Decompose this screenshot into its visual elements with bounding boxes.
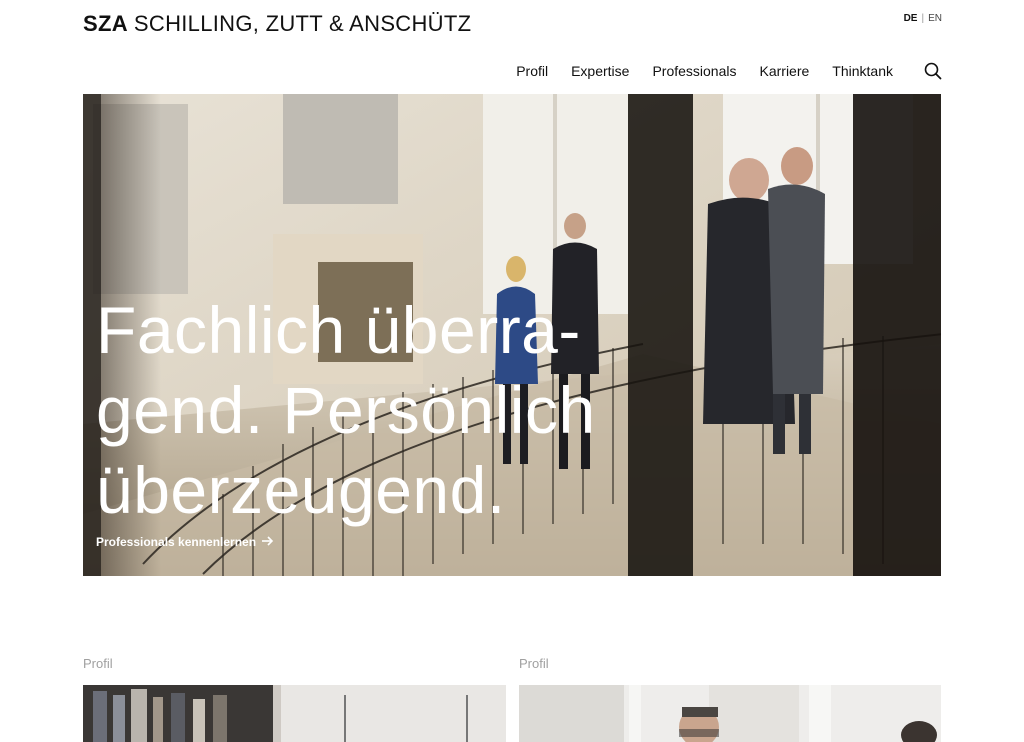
lang-de[interactable]: DE — [904, 13, 918, 24]
cta-label: Professionals kennenlernen — [96, 535, 257, 549]
hero-banner: Fachlich überra- gend. Persönlich überze… — [83, 94, 941, 576]
search-icon[interactable] — [924, 62, 942, 80]
nav-item-expertise[interactable]: Expertise — [571, 63, 629, 79]
nav-item-profil[interactable]: Profil — [516, 63, 548, 79]
logo-abbr: SZA — [83, 11, 128, 36]
main-nav: Profil Expertise Professionals Karriere … — [516, 62, 942, 80]
lang-separator: | — [921, 13, 925, 24]
nav-item-thinktank[interactable]: Thinktank — [832, 63, 893, 79]
lang-en[interactable]: EN — [928, 13, 942, 24]
nav-item-karriere[interactable]: Karriere — [760, 63, 810, 79]
teaser-1-label: Profil — [83, 656, 113, 671]
logo[interactable]: SZA SCHILLING, ZUTT & ANSCHÜTZ — [83, 11, 471, 37]
professionals-cta-link[interactable]: Professionals kennenlernen — [96, 535, 274, 549]
arrow-right-icon — [262, 535, 274, 549]
hero-headline-line-2: gend. Persönlich — [96, 373, 596, 447]
teaser-2-image[interactable] — [519, 685, 941, 742]
teaser-1-image[interactable] — [83, 685, 506, 742]
teaser-2-label: Profil — [519, 656, 549, 671]
hero-headline-line-3: überzeugend. — [96, 453, 506, 527]
nav-item-professionals[interactable]: Professionals — [652, 63, 736, 79]
hero-headline-line-1: Fachlich überra- — [96, 293, 581, 367]
language-switcher: DE | EN — [904, 13, 942, 24]
logo-full-name: SCHILLING, ZUTT & ANSCHÜTZ — [133, 11, 472, 36]
hero-headline: Fachlich überra- gend. Persönlich überze… — [96, 290, 656, 530]
